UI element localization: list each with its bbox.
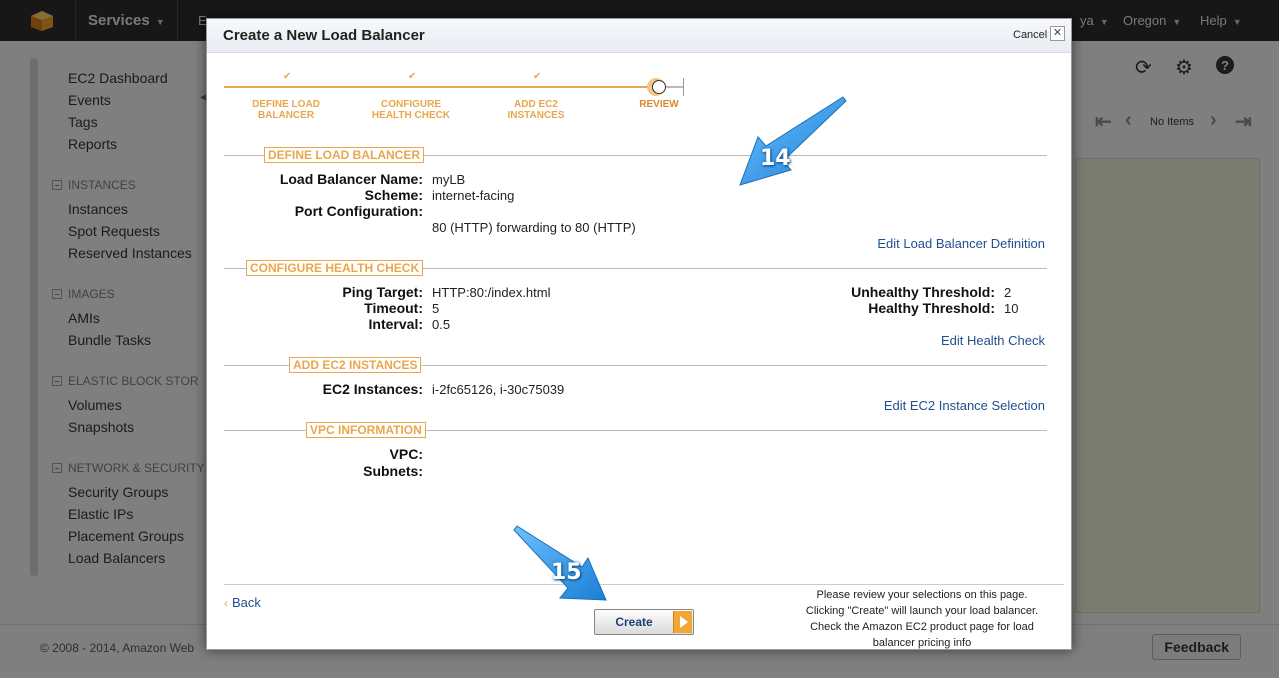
section-title-health-check: CONFIGURE HEALTH CHECK	[246, 260, 424, 276]
review-note: Please review your selections on this pa…	[777, 587, 1067, 651]
create-label: Create	[615, 615, 653, 629]
ec2-instances-label: EC2 Instances:	[322, 381, 423, 397]
step-label-line: DEFINE LOAD	[252, 99, 320, 110]
step-3-check-icon: ✔	[533, 71, 542, 82]
vpc-label: VPC:	[389, 446, 423, 462]
load-balancer-name-label: Load Balancer Name:	[279, 171, 423, 187]
cancel-link[interactable]: Cancel	[1013, 29, 1047, 41]
ping-target-label: Ping Target:	[342, 284, 423, 300]
edit-load-balancer-definition-link[interactable]: Edit Load Balancer Definition	[877, 236, 1045, 251]
dialog-header: Create a New Load Balancer Cancel ✕	[207, 19, 1071, 53]
step-define-load-balancer[interactable]: DEFINE LOAD BALANCER	[231, 99, 341, 121]
review-note-line: Please review your selections on this pa…	[816, 589, 1028, 601]
unhealthy-threshold-value: 2	[1004, 285, 1012, 300]
scheme-value: internet-facing	[432, 188, 515, 203]
step-1-check-icon: ✔	[283, 71, 292, 82]
step-configure-health-check[interactable]: CONFIGURE HEALTH CHECK	[356, 99, 466, 121]
healthy-threshold-label: Healthy Threshold:	[868, 300, 995, 316]
step-label-line: CONFIGURE	[381, 99, 441, 110]
interval-value: 0.5	[432, 317, 451, 332]
review-note-line: balancer pricing info	[872, 637, 972, 649]
step-add-ec2-instances[interactable]: ADD EC2 INSTANCES	[481, 99, 591, 121]
step-label-line: BALANCER	[257, 110, 315, 121]
dialog-title: Create a New Load Balancer	[223, 27, 425, 44]
scheme-label: Scheme:	[364, 187, 423, 203]
review-note-line: Check the Amazon EC2 product page for lo…	[810, 621, 1034, 633]
unhealthy-threshold-label: Unhealthy Threshold:	[851, 284, 995, 300]
back-link[interactable]: ‹ Back	[224, 595, 261, 610]
port-configuration-label: Port Configuration:	[294, 203, 423, 219]
close-icon[interactable]: ✕	[1050, 26, 1065, 41]
load-balancer-name-value: myLB	[432, 172, 466, 187]
review-note-line: Clicking "Create" will launch your load …	[805, 605, 1039, 617]
current-step-indicator	[652, 80, 666, 94]
step-label-line: INSTANCES	[507, 110, 565, 121]
step-review: REVIEW	[604, 99, 714, 110]
step-label-line: ADD EC2	[514, 99, 558, 110]
ec2-instances-value: i-2fc65126, i-30c75039	[432, 382, 565, 397]
timeout-label: Timeout:	[364, 300, 423, 316]
back-label: Back	[232, 595, 261, 610]
step-2-check-icon: ✔	[408, 71, 417, 82]
subnets-label: Subnets:	[363, 463, 423, 479]
footer-divider	[224, 584, 1064, 585]
step-label-line: REVIEW	[639, 99, 679, 110]
port-configuration-value: 80 (HTTP) forwarding to 80 (HTTP)	[432, 220, 636, 235]
timeout-value: 5	[432, 301, 440, 316]
step-end-tick	[683, 78, 684, 96]
ping-target-value: HTTP:80:/index.html	[432, 285, 551, 300]
section-title-instances: ADD EC2 INSTANCES	[289, 357, 422, 373]
callout-number-14: 14	[760, 146, 791, 171]
interval-label: Interval:	[368, 316, 423, 332]
create-load-balancer-dialog: Create a New Load Balancer Cancel ✕ ✔ ✔ …	[206, 18, 1072, 650]
create-button[interactable]: Create	[594, 609, 694, 635]
callout-number-15: 15	[551, 560, 582, 585]
step-label-line: HEALTH CHECK	[371, 110, 451, 121]
healthy-threshold-value: 10	[1004, 301, 1019, 316]
edit-ec2-instance-selection-link[interactable]: Edit EC2 Instance Selection	[884, 398, 1045, 413]
edit-health-check-link[interactable]: Edit Health Check	[941, 333, 1045, 348]
step-progress-line	[224, 86, 654, 88]
section-title-define: DEFINE LOAD BALANCER	[264, 147, 424, 163]
play-icon	[673, 611, 692, 633]
section-title-vpc: VPC INFORMATION	[306, 422, 426, 438]
step-remaining-line	[666, 86, 684, 88]
chevron-left-icon: ‹	[224, 596, 228, 610]
